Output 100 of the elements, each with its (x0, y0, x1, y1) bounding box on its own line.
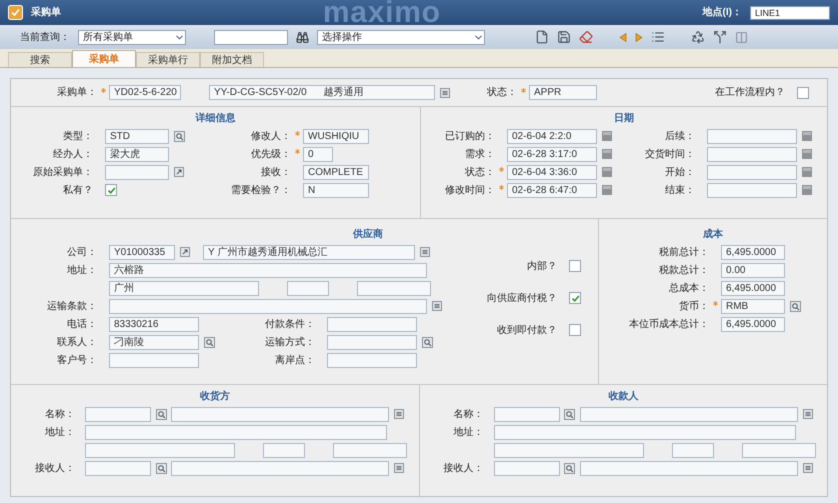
text-field[interactable]: 83330216 (109, 316, 199, 332)
branch-icon[interactable] (713, 30, 727, 44)
checkbox[interactable] (569, 292, 581, 304)
date-picker-icon[interactable] (802, 149, 812, 159)
lookup-icon[interactable] (156, 408, 166, 420)
date-picker-icon[interactable] (802, 131, 812, 141)
text-field[interactable]: 02-6-28 3:17:0 (507, 146, 597, 162)
text-field[interactable] (327, 334, 417, 350)
text-field[interactable] (707, 128, 797, 144)
text-field[interactable] (85, 406, 151, 422)
menu-icon[interactable] (420, 247, 430, 257)
text-field[interactable] (85, 424, 387, 440)
text-field[interactable] (171, 460, 389, 476)
tab[interactable]: 附加文档 (200, 52, 264, 67)
text-field[interactable] (707, 146, 797, 162)
text-field[interactable]: 6,495.0000 (721, 316, 785, 332)
text-field[interactable] (105, 164, 169, 180)
text-field[interactable]: YY-D-CG-SC5Y-02/0 越秀通用 (209, 85, 435, 100)
site-field[interactable]: LINE1 (750, 6, 830, 20)
menu-icon[interactable] (394, 409, 404, 419)
text-field[interactable]: 02-6-28 6:47:0 (507, 182, 597, 198)
lookup-icon[interactable] (204, 336, 214, 348)
text-field[interactable]: N (303, 182, 369, 198)
text-field[interactable] (85, 460, 151, 476)
eraser-icon[interactable] (579, 30, 593, 44)
text-field[interactable] (707, 164, 797, 180)
text-field[interactable] (494, 460, 560, 476)
menu-icon[interactable] (394, 463, 404, 473)
text-field[interactable] (109, 352, 199, 368)
lookup-icon[interactable] (174, 130, 184, 142)
text-field[interactable]: 6,495.0000 (721, 244, 785, 260)
text-field[interactable]: 0 (303, 146, 333, 162)
menu-icon[interactable] (440, 88, 450, 98)
text-field[interactable]: Y 广州市越秀通用机械总汇 (203, 244, 415, 260)
document-icon[interactable] (535, 30, 549, 44)
date-picker-icon[interactable] (602, 185, 612, 195)
text-field[interactable]: COMPLETE (303, 164, 369, 180)
columns-icon[interactable] (735, 30, 748, 44)
menu-icon[interactable] (802, 463, 812, 473)
field-label: 名称： (452, 408, 484, 422)
text-field[interactable] (707, 182, 797, 198)
text-field[interactable] (109, 298, 427, 314)
text-field[interactable] (494, 406, 560, 422)
text-field[interactable] (742, 442, 816, 458)
date-picker-icon[interactable] (602, 131, 612, 141)
text-field[interactable] (580, 406, 798, 422)
recycle-icon[interactable] (691, 30, 705, 44)
save-icon[interactable] (557, 30, 571, 44)
date-picker-icon[interactable] (802, 167, 812, 177)
tab[interactable]: 搜索 (8, 52, 72, 67)
text-field[interactable]: STD (105, 128, 169, 144)
lookup-icon[interactable] (564, 408, 575, 420)
text-field[interactable]: RMB (721, 298, 785, 314)
text-field[interactable]: 梁大虎 (105, 146, 169, 162)
text-field[interactable] (672, 442, 714, 458)
text-field[interactable]: 六榕路 (109, 262, 427, 278)
text-field[interactable]: APPR (529, 85, 597, 100)
search-field[interactable] (214, 30, 288, 44)
text-field[interactable] (263, 442, 305, 458)
date-picker-icon[interactable] (602, 167, 612, 177)
text-field[interactable] (327, 316, 417, 332)
text-field[interactable]: 0.00 (721, 262, 785, 278)
text-field[interactable]: 刁南陵 (109, 334, 199, 350)
text-field[interactable]: 6,495.0000 (721, 280, 785, 296)
next-icon[interactable] (635, 32, 643, 42)
text-field[interactable] (333, 442, 407, 458)
lookup-icon[interactable] (564, 462, 575, 474)
text-field[interactable] (494, 442, 644, 458)
text-field[interactable] (357, 280, 431, 296)
text-field[interactable] (580, 460, 798, 476)
text-field[interactable]: 广州 (109, 280, 259, 296)
goto-icon[interactable] (174, 167, 184, 177)
date-picker-icon[interactable] (802, 185, 812, 195)
lookup-icon[interactable] (156, 462, 166, 474)
text-field[interactable]: YD02-5-6-220 (109, 85, 181, 100)
action-select[interactable]: 选择操作 (317, 30, 485, 44)
query-select[interactable]: 所有采购单 (78, 30, 186, 44)
binoculars-icon[interactable] (296, 30, 309, 44)
goto-icon[interactable] (180, 247, 190, 257)
date-picker-icon[interactable] (602, 149, 612, 159)
menu-icon[interactable] (802, 409, 812, 419)
text-field[interactable] (287, 280, 329, 296)
menu-icon[interactable] (432, 301, 442, 311)
text-field[interactable] (171, 406, 389, 422)
checkbox[interactable] (797, 86, 809, 98)
checkbox[interactable] (569, 324, 581, 336)
text-field[interactable]: 02-6-04 3:36:0 (507, 164, 597, 180)
text-field[interactable]: 02-6-04 2:2:0 (507, 128, 597, 144)
checkbox[interactable] (105, 184, 117, 196)
lookup-icon[interactable] (422, 336, 432, 348)
text-field[interactable]: WUSHIQIU (303, 128, 369, 144)
lookup-icon[interactable] (790, 300, 800, 312)
text-field[interactable] (327, 352, 417, 368)
text-field[interactable] (85, 442, 235, 458)
list-icon[interactable] (651, 30, 665, 44)
checkbox[interactable] (569, 260, 581, 272)
text-field[interactable] (494, 424, 796, 440)
tab[interactable]: 采购单行 (136, 52, 200, 67)
previous-icon[interactable] (619, 32, 627, 42)
text-field[interactable]: Y01000335 (109, 244, 175, 260)
